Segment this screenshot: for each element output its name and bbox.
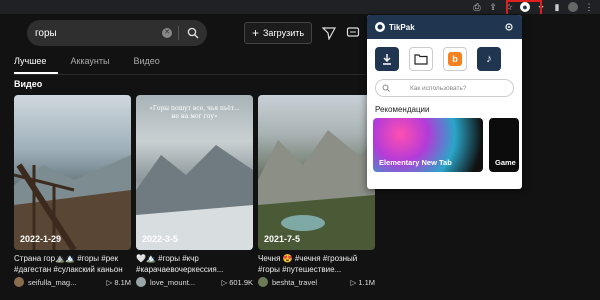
sidebar-toggle-icon[interactable]: ▮ — [552, 2, 562, 12]
desc-line: Чечня 😍 #чечня #грозный — [258, 254, 358, 263]
video-description: Чечня 😍 #чечня #грозный #горы #путешеств… — [258, 253, 375, 275]
username[interactable]: seifulla_mag... — [28, 278, 107, 287]
play-icon: ▷ — [106, 277, 113, 287]
download-button[interactable] — [375, 47, 399, 71]
tab-accounts[interactable]: Аккаунты — [58, 56, 121, 74]
gear-icon[interactable] — [504, 22, 514, 32]
extension-popup: TikPak b ♪ Как использовать? Рекомендаци… — [367, 15, 522, 189]
avatar[interactable] — [136, 277, 146, 287]
search-icon — [382, 84, 390, 92]
view-count: ▷ 8.1M — [107, 278, 131, 287]
video-date: 2022-3-5 — [142, 234, 179, 244]
send-icon[interactable] — [322, 26, 336, 40]
tab-videos[interactable]: Видео — [121, 56, 171, 74]
search-tabs: Лучшее Аккаунты Видео — [14, 56, 172, 74]
folder-button[interactable] — [409, 47, 433, 71]
username[interactable]: love_mount... — [150, 278, 221, 287]
upload-label: Загрузить — [262, 28, 305, 38]
views-value: 601.9K — [229, 277, 253, 287]
bandcamp-button[interactable]: b — [443, 47, 467, 71]
video-card[interactable]: 2022-1-29 Страна гор⛰️🏔️ #горы #рек #даг… — [14, 95, 131, 287]
video-card[interactable]: «Горы пошут все, чья пьёт... не на мог г… — [136, 95, 253, 287]
tab-top[interactable]: Лучшее — [14, 56, 59, 74]
search-input[interactable]: горы — [27, 28, 162, 39]
tikpak-logo-icon — [375, 22, 385, 32]
video-thumbnail[interactable]: «Горы пошут все, чья пьёт... не на мог г… — [136, 95, 253, 250]
folder-icon — [414, 54, 428, 65]
share-icon[interactable]: ⇪ — [488, 2, 498, 12]
desc-line: #карачаевочеркессия... — [136, 265, 224, 274]
popup-header: TikPak — [367, 15, 522, 39]
more-menu-icon[interactable]: ⋮ — [584, 2, 594, 12]
video-meta: beshta_travel ▷ 1.1M — [258, 277, 375, 287]
search-button[interactable] — [179, 20, 207, 46]
rec-label: Game — [495, 158, 516, 167]
tiktok-logo-icon: ♪ — [486, 53, 492, 65]
plus-icon: + — [251, 26, 259, 40]
valley-scene-image — [258, 130, 375, 250]
avatar[interactable] — [14, 277, 24, 287]
recommendations-list: Elementary New Tab Game — [367, 118, 522, 172]
desc-line: 🤍🏔️ #горы #кчр — [136, 254, 199, 263]
video-date: 2021-7-5 — [264, 234, 301, 244]
popup-actions: b ♪ — [367, 39, 522, 71]
views-value: 8.1M — [114, 277, 131, 287]
video-meta: seifulla_mag... ▷ 8.1M — [14, 277, 131, 287]
rec-label: Elementary New Tab — [379, 158, 452, 167]
section-title: Видео — [14, 79, 43, 89]
video-thumbnail[interactable]: 2021-7-5 — [258, 95, 375, 250]
screen-cast-icon[interactable]: ⎙ — [472, 2, 482, 12]
download-icon — [383, 54, 391, 65]
video-overlay-text: «Горы пошут все, чья пьёт... не на мог г… — [149, 105, 240, 120]
desc-line: Страна гор⛰️🏔️ #горы #рек — [14, 254, 119, 263]
search-bar[interactable]: горы ✕ — [27, 20, 207, 46]
desc-line: #дагестан #сулакский каньон — [14, 265, 123, 274]
help-search[interactable]: Как использовать? — [375, 79, 514, 97]
video-date: 2022-1-29 — [20, 234, 62, 244]
b-logo-icon: b — [448, 52, 462, 66]
video-description: Страна гор⛰️🏔️ #горы #рек #дагестан #сул… — [14, 253, 131, 275]
popup-title: TikPak — [389, 22, 415, 32]
rec-card-game[interactable]: Game — [489, 118, 519, 172]
mountain-scene-image — [14, 155, 131, 250]
clear-icon[interactable]: ✕ — [162, 28, 172, 38]
avatar[interactable] — [258, 277, 268, 287]
video-thumbnail[interactable]: 2022-1-29 — [14, 95, 131, 250]
help-search-placeholder: Как использовать? — [410, 84, 467, 92]
video-meta: love_mount... ▷ 601.9K — [136, 277, 253, 287]
video-description: 🤍🏔️ #горы #кчр #карачаевочеркессия... — [136, 253, 253, 275]
rec-card-elementary[interactable]: Elementary New Tab — [373, 118, 483, 172]
recommendations-title: Рекомендации — [375, 105, 430, 114]
desc-line: #горы #путешествие... — [258, 265, 342, 274]
view-count: ▷ 1.1M — [351, 278, 375, 287]
video-card[interactable]: 2021-7-5 Чечня 😍 #чечня #грозный #горы #… — [258, 95, 375, 287]
username[interactable]: beshta_travel — [272, 278, 351, 287]
tiktok-button[interactable]: ♪ — [477, 47, 501, 71]
tabs-divider — [14, 74, 366, 75]
profile-avatar-icon[interactable] — [568, 2, 578, 12]
inbox-icon[interactable] — [346, 26, 360, 40]
play-icon: ▷ — [350, 277, 357, 287]
search-icon — [187, 27, 199, 39]
views-value: 1.1M — [358, 277, 375, 287]
play-icon: ▷ — [221, 277, 228, 287]
upload-button[interactable]: + Загрузить — [244, 22, 312, 44]
view-count: ▷ 601.9K — [221, 278, 253, 287]
